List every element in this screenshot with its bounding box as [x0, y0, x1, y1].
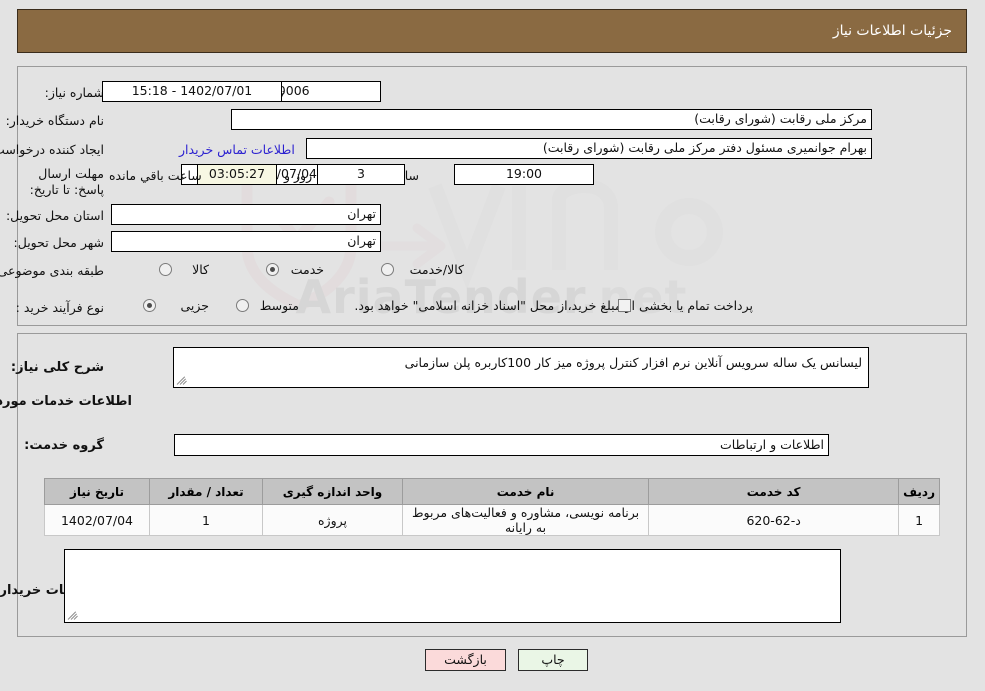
request-creator-label: ایجاد کننده درخواست: — [0, 142, 105, 157]
buyer-org-field[interactable]: مرکز ملی رقابت (شورای رقابت) — [232, 109, 873, 130]
request-creator-field[interactable]: بهرام جوانمیری مسئول دفتر مرکز ملی رقابت… — [307, 138, 873, 159]
delivery-city-field[interactable]: تهران — [112, 231, 382, 252]
service-group-label: گروه خدمت: — [25, 438, 105, 453]
page-root: AriaTender.net جزئیات اطلاعات نیاز شماره… — [0, 0, 985, 691]
radio-process-jozii[interactable] — [144, 299, 157, 312]
resize-grip-icon[interactable] — [68, 609, 80, 621]
announcement-date-field[interactable]: 15:18 - 1402/07/01 — [103, 81, 283, 102]
buyer-org-label: نام دستگاه خریدار: — [6, 113, 105, 128]
col-header-qty: تعداد / مقدار — [150, 478, 264, 505]
col-header-row: ردیف — [899, 478, 941, 505]
cell-row: 1 — [899, 504, 941, 536]
general-description-box[interactable]: لیسانس یک ساله سرویس آنلاین نرم افزار کن… — [174, 347, 870, 388]
table-header-row: ردیف کد خدمت نام خدمت واحد اندازه گیری ت… — [45, 478, 941, 505]
cell-unit: پروژه — [263, 504, 404, 536]
radio-process-jozii-label: جزیی — [181, 298, 210, 313]
buyer-notes-box[interactable] — [65, 549, 842, 623]
islamic-treasury-note: پرداخت تمام یا بخشی از مبلغ خرید،از محل … — [355, 298, 754, 313]
col-header-unit: واحد اندازه گیری — [263, 478, 404, 505]
subject-category-label: طبقه بندی موضوعی: — [0, 263, 105, 278]
service-group-field[interactable]: اطلاعات و ارتباطات — [175, 434, 830, 456]
cell-qty: 1 — [150, 504, 264, 536]
radio-category-kala-khedmat[interactable] — [382, 263, 395, 276]
radio-process-motavaset[interactable] — [237, 299, 250, 312]
radio-category-kala-label: کالا — [193, 262, 210, 277]
delivery-province-field[interactable]: تهران — [112, 204, 382, 225]
general-description-label: شرح کلی نیاز: — [11, 360, 105, 375]
islamic-treasury-checkbox[interactable] — [619, 299, 632, 312]
col-header-name: نام خدمت — [402, 478, 651, 505]
general-description-text: لیسانس یک ساله سرویس آنلاین نرم افزار کن… — [405, 355, 863, 370]
deadline-time-field[interactable]: 19:00 — [455, 164, 595, 185]
services-table: ردیف کد خدمت نام خدمت واحد اندازه گیری ت… — [45, 478, 941, 536]
page-title: جزئیات اطلاعات نیاز — [833, 23, 953, 39]
remaining-hours-label: ساعت باقي مانده — [110, 168, 203, 183]
radio-category-kala-khedmat-label: کالا/خدمت — [410, 262, 465, 277]
table-row[interactable]: 1 د-62-620 برنامه نویسی، مشاوره و فعالیت… — [45, 504, 941, 536]
services-section-title: اطلاعات خدمات مورد نیاز — [0, 394, 133, 409]
print-button[interactable]: چاپ — [519, 649, 589, 671]
delivery-city-label: شهر محل تحویل: — [14, 235, 105, 250]
cell-code: د-62-620 — [649, 504, 901, 536]
countdown-timer-field: 03:05:27 — [198, 164, 278, 185]
purchase-process-label: نوع فرآیند خرید : — [16, 300, 105, 315]
page-header: جزئیات اطلاعات نیاز — [18, 9, 968, 53]
cell-name: برنامه نویسی، مشاوره و فعالیت‌های مربوط … — [402, 504, 651, 536]
need-number-label: شماره نیاز: — [45, 85, 105, 100]
resize-grip-icon[interactable] — [177, 374, 189, 386]
need-info-panel — [18, 66, 968, 326]
radio-category-khedmat[interactable] — [267, 263, 280, 276]
radio-category-khedmat-label: خدمت — [291, 262, 325, 277]
buyer-contact-link[interactable]: اطلاعات تماس خریدار — [180, 142, 296, 158]
back-button[interactable]: بازگشت — [426, 649, 507, 671]
col-header-code: کد خدمت — [649, 478, 901, 505]
delivery-province-label: استان محل تحویل: — [6, 208, 105, 223]
radio-category-kala[interactable] — [160, 263, 173, 276]
remaining-days-field[interactable]: 3 — [318, 164, 406, 185]
cell-need-date: 1402/07/04 — [45, 504, 151, 536]
col-header-need-date: تاریخ نیاز — [45, 478, 151, 505]
radio-process-motavaset-label: متوسط — [260, 298, 300, 313]
buyer-notes-text — [66, 550, 841, 556]
remaining-days-label: روز و — [285, 168, 314, 183]
response-deadline-label: مهلت ارسال پاسخ: تا تاریخ: — [30, 166, 105, 197]
